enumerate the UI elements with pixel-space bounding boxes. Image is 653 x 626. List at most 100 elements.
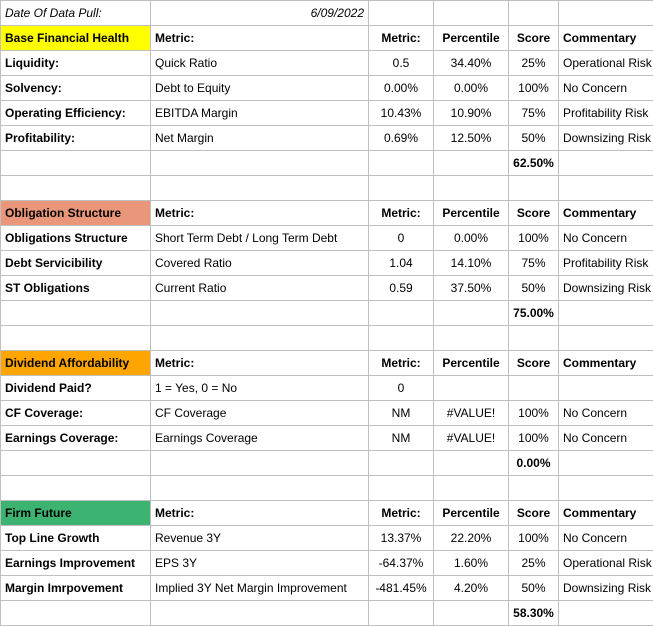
- cell: [151, 176, 369, 201]
- row-label: Solvency:: [1, 76, 151, 101]
- row-value: 0: [369, 376, 434, 401]
- row-percentile: #VALUE!: [434, 426, 509, 451]
- cell: [151, 326, 369, 351]
- row-percentile: 0.00%: [434, 226, 509, 251]
- section-title: Base Financial Health: [1, 26, 151, 51]
- cell: [559, 476, 653, 501]
- section-total: 75.00%: [509, 301, 559, 326]
- cell: [369, 451, 434, 476]
- cell: [151, 476, 369, 501]
- col-metric-name: Metric:: [151, 201, 369, 226]
- cell: [1, 601, 151, 626]
- row-value: 0.69%: [369, 126, 434, 151]
- cell: [369, 601, 434, 626]
- row-score: 25%: [509, 551, 559, 576]
- row-metric: EPS 3Y: [151, 551, 369, 576]
- row-value: NM: [369, 426, 434, 451]
- col-metric-val: Metric:: [369, 501, 434, 526]
- row-commentary: No Concern: [559, 401, 653, 426]
- row-value: 0.5: [369, 51, 434, 76]
- col-commentary: Commentary: [559, 351, 653, 376]
- row-percentile: 0.00%: [434, 76, 509, 101]
- col-percentile: Percentile: [434, 26, 509, 51]
- row-label: Liquidity:: [1, 51, 151, 76]
- row-commentary: Profitability Risk: [559, 251, 653, 276]
- section-title: Dividend Affordability: [1, 351, 151, 376]
- row-percentile: 22.20%: [434, 526, 509, 551]
- row-label: Margin Imrpovement: [1, 576, 151, 601]
- row-score: 100%: [509, 401, 559, 426]
- date-value: 6/09/2022: [151, 1, 369, 26]
- data-row: Dividend Paid?1 = Yes, 0 = No0: [1, 376, 653, 401]
- data-row: Obligations StructureShort Term Debt / L…: [1, 226, 653, 251]
- col-metric-val: Metric:: [369, 351, 434, 376]
- row-percentile: 4.20%: [434, 576, 509, 601]
- col-metric-val: Metric:: [369, 26, 434, 51]
- header-row: Date Of Data Pull:6/09/2022: [1, 1, 653, 26]
- cell: [369, 176, 434, 201]
- row-percentile: 14.10%: [434, 251, 509, 276]
- section-total: 0.00%: [509, 451, 559, 476]
- section-header: Obligation StructureMetric:Metric:Percen…: [1, 201, 653, 226]
- col-percentile: Percentile: [434, 201, 509, 226]
- row-score: 75%: [509, 101, 559, 126]
- col-percentile: Percentile: [434, 501, 509, 526]
- col-metric-name: Metric:: [151, 351, 369, 376]
- spacer-row: [1, 476, 653, 501]
- total-row: 75.00%: [1, 301, 653, 326]
- row-percentile: 34.40%: [434, 51, 509, 76]
- cell: [151, 601, 369, 626]
- row-metric: Covered Ratio: [151, 251, 369, 276]
- section-total: 58.30%: [509, 601, 559, 626]
- row-value: 0.00%: [369, 76, 434, 101]
- row-commentary: Profitability Risk: [559, 101, 653, 126]
- row-label: Profitability:: [1, 126, 151, 151]
- col-score: Score: [509, 26, 559, 51]
- cell: [369, 151, 434, 176]
- row-metric: Earnings Coverage: [151, 426, 369, 451]
- row-label: Dividend Paid?: [1, 376, 151, 401]
- col-metric-val: Metric:: [369, 201, 434, 226]
- cell: [434, 301, 509, 326]
- cell: [559, 326, 653, 351]
- row-commentary: Operational Risk: [559, 51, 653, 76]
- row-metric: EBITDA Margin: [151, 101, 369, 126]
- cell: [1, 151, 151, 176]
- row-score: 100%: [509, 76, 559, 101]
- row-commentary: Downsizing Risk: [559, 576, 653, 601]
- row-value: -481.45%: [369, 576, 434, 601]
- cell: [1, 451, 151, 476]
- cell: [509, 176, 559, 201]
- row-commentary: [559, 376, 653, 401]
- row-score: 75%: [509, 251, 559, 276]
- cell: [434, 451, 509, 476]
- row-score: 50%: [509, 276, 559, 301]
- row-metric: 1 = Yes, 0 = No: [151, 376, 369, 401]
- row-score: 50%: [509, 126, 559, 151]
- total-row: 0.00%: [1, 451, 653, 476]
- cell: [434, 601, 509, 626]
- row-value: 1.04: [369, 251, 434, 276]
- row-commentary: No Concern: [559, 426, 653, 451]
- row-commentary: No Concern: [559, 226, 653, 251]
- row-metric: Debt to Equity: [151, 76, 369, 101]
- cell: [434, 176, 509, 201]
- cell: [151, 451, 369, 476]
- spacer-row: [1, 326, 653, 351]
- col-metric-name: Metric:: [151, 26, 369, 51]
- row-score: [509, 376, 559, 401]
- section-title: Firm Future: [1, 501, 151, 526]
- row-commentary: Downsizing Risk: [559, 276, 653, 301]
- row-value: 13.37%: [369, 526, 434, 551]
- cell: [369, 301, 434, 326]
- row-percentile: #VALUE!: [434, 401, 509, 426]
- row-label: Operating Efficiency:: [1, 101, 151, 126]
- cell: [559, 151, 653, 176]
- row-percentile: 1.60%: [434, 551, 509, 576]
- col-score: Score: [509, 501, 559, 526]
- row-label: Debt Servicibility: [1, 251, 151, 276]
- section-title: Obligation Structure: [1, 201, 151, 226]
- section-header: Dividend AffordabilityMetric:Metric:Perc…: [1, 351, 653, 376]
- cell: [434, 1, 509, 26]
- col-commentary: Commentary: [559, 26, 653, 51]
